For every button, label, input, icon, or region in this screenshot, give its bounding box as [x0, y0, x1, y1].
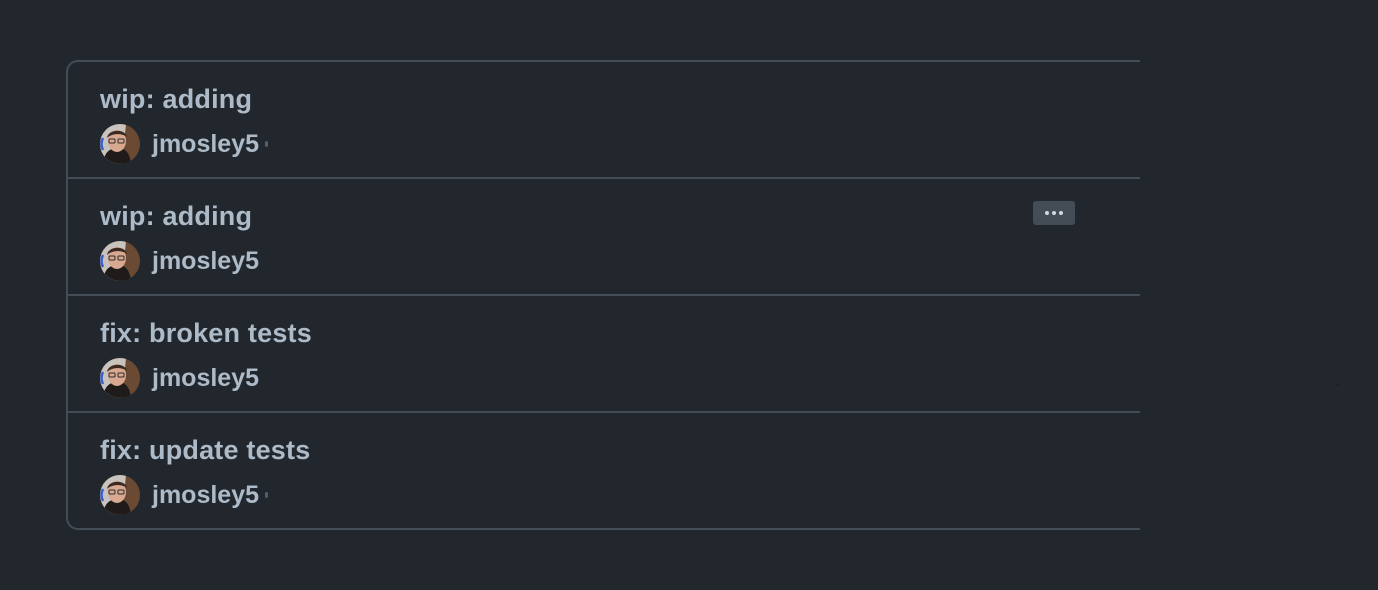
- stray-pixel: [1337, 384, 1338, 385]
- kebab-horizontal-icon: [1059, 211, 1063, 215]
- commit-title-link[interactable]: wip: adding: [100, 201, 252, 232]
- author-name-link[interactable]: jmosley5: [152, 247, 259, 276]
- commit-row[interactable]: wip: adding jmosley5: [68, 179, 1140, 296]
- commit-title-link[interactable]: fix: update tests: [100, 435, 310, 466]
- commit-author: jmosley5: [100, 241, 259, 281]
- author-name-link[interactable]: jmosley5: [152, 481, 259, 510]
- commit-row[interactable]: fix: broken tests jmosley5: [68, 296, 1140, 413]
- truncated-meta: [265, 492, 269, 498]
- commit-list: wip: adding jmosley5 wip: adding jmosley…: [66, 60, 1140, 530]
- author-avatar[interactable]: [100, 358, 140, 398]
- commit-author: jmosley5: [100, 358, 259, 398]
- commit-title-link[interactable]: fix: broken tests: [100, 318, 312, 349]
- truncated-meta: [265, 141, 269, 147]
- more-options-button[interactable]: [1033, 201, 1075, 225]
- author-name-link[interactable]: jmosley5: [152, 364, 259, 393]
- author-avatar[interactable]: [100, 475, 140, 515]
- commit-row[interactable]: wip: adding jmosley5: [68, 62, 1140, 179]
- commit-row[interactable]: fix: update tests jmosley5: [68, 413, 1140, 528]
- commit-author: jmosley5: [100, 475, 269, 515]
- commit-author: jmosley5: [100, 124, 269, 164]
- author-name-link[interactable]: jmosley5: [152, 130, 259, 159]
- author-avatar[interactable]: [100, 241, 140, 281]
- author-avatar[interactable]: [100, 124, 140, 164]
- kebab-horizontal-icon: [1045, 211, 1049, 215]
- commit-title-link[interactable]: wip: adding: [100, 84, 252, 115]
- kebab-horizontal-icon: [1052, 211, 1056, 215]
